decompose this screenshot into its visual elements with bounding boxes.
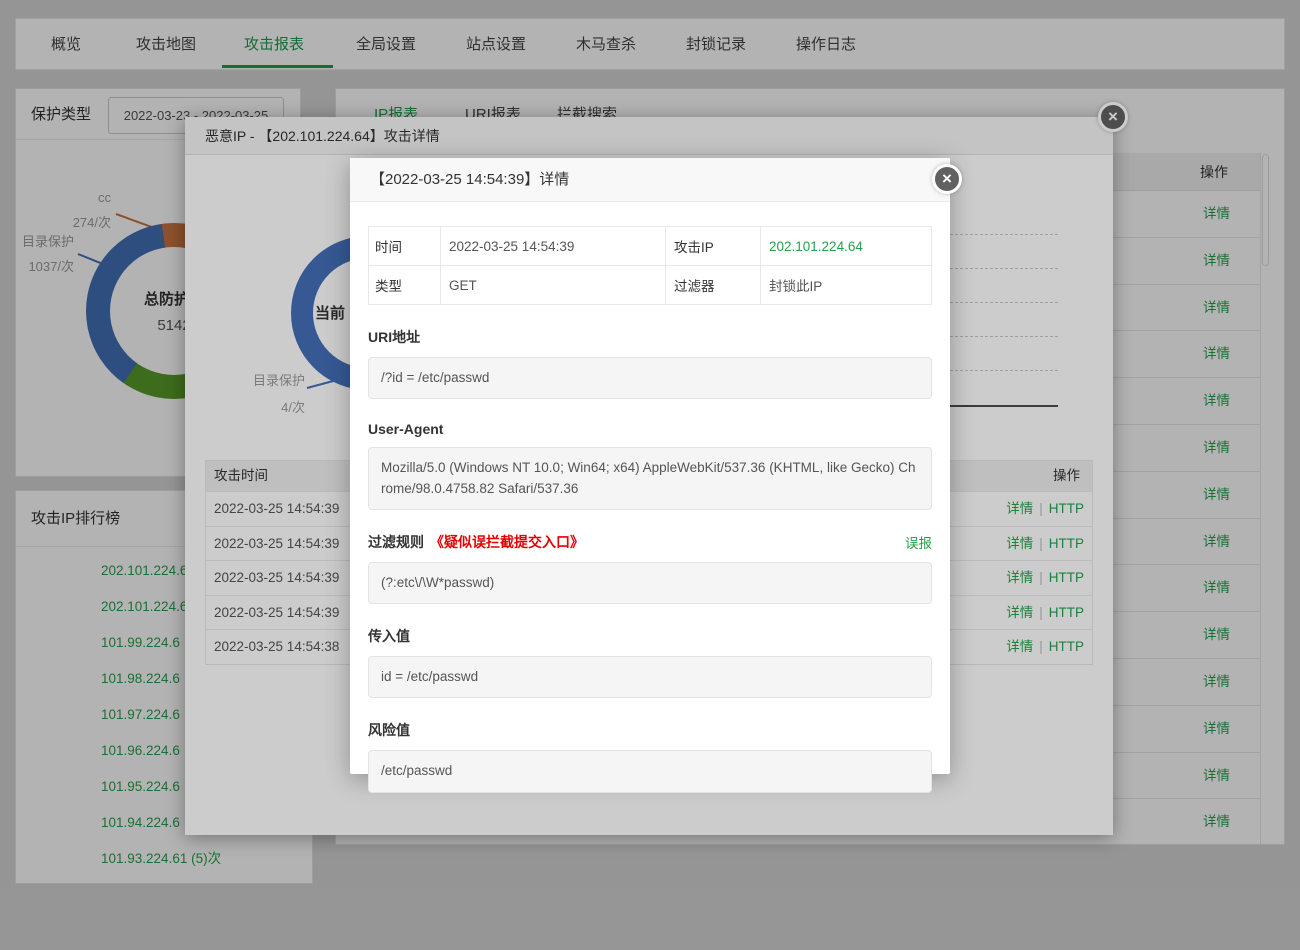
uri-section-label: URI地址 [368, 327, 932, 347]
type-label: 类型 [369, 266, 441, 305]
filter-rule-value-box: (?:etc\/\W*passwd) [368, 562, 932, 604]
inner-modal-body: 时间 2022-03-25 14:54:39 攻击IP 202.101.224.… [350, 202, 950, 793]
user-agent-value-box: Mozilla/5.0 (Windows NT 10.0; Win64; x64… [368, 447, 932, 510]
input-value-box: id = /etc/passwd [368, 656, 932, 698]
inner-modal-title: 【2022-03-25 14:54:39】详情 [350, 158, 950, 202]
attack-ip-label: 攻击IP [666, 227, 761, 266]
filter-value: 封锁此IP [761, 266, 932, 305]
time-label: 时间 [369, 227, 441, 266]
filter-label: 过滤器 [666, 266, 761, 305]
attack-detail-modal: 【2022-03-25 14:54:39】详情 × 时间 2022-03-25 … [350, 158, 950, 774]
time-value: 2022-03-25 14:54:39 [441, 227, 666, 266]
inner-modal-close-icon[interactable]: × [932, 164, 962, 194]
risk-value-box: /etc/passwd [368, 750, 932, 792]
filter-rule-section-label: 过滤规则 《疑似误拦截提交入口》 误报 [368, 532, 932, 552]
uri-value-box: /?id = /etc/passwd [368, 357, 932, 399]
attack-ip-link[interactable]: 202.101.224.64 [769, 239, 863, 254]
input-value-section-label: 传入值 [368, 626, 932, 646]
filter-rule-label: 过滤规则 [368, 532, 424, 552]
type-value: GET [441, 266, 666, 305]
report-false-positive-link[interactable]: 误报 [905, 532, 932, 552]
user-agent-section-label: User-Agent [368, 421, 932, 437]
false-positive-warning: 《疑似误拦截提交入口》 [430, 532, 584, 552]
attack-info-table: 时间 2022-03-25 14:54:39 攻击IP 202.101.224.… [368, 226, 932, 305]
risk-value-section-label: 风险值 [368, 720, 932, 740]
